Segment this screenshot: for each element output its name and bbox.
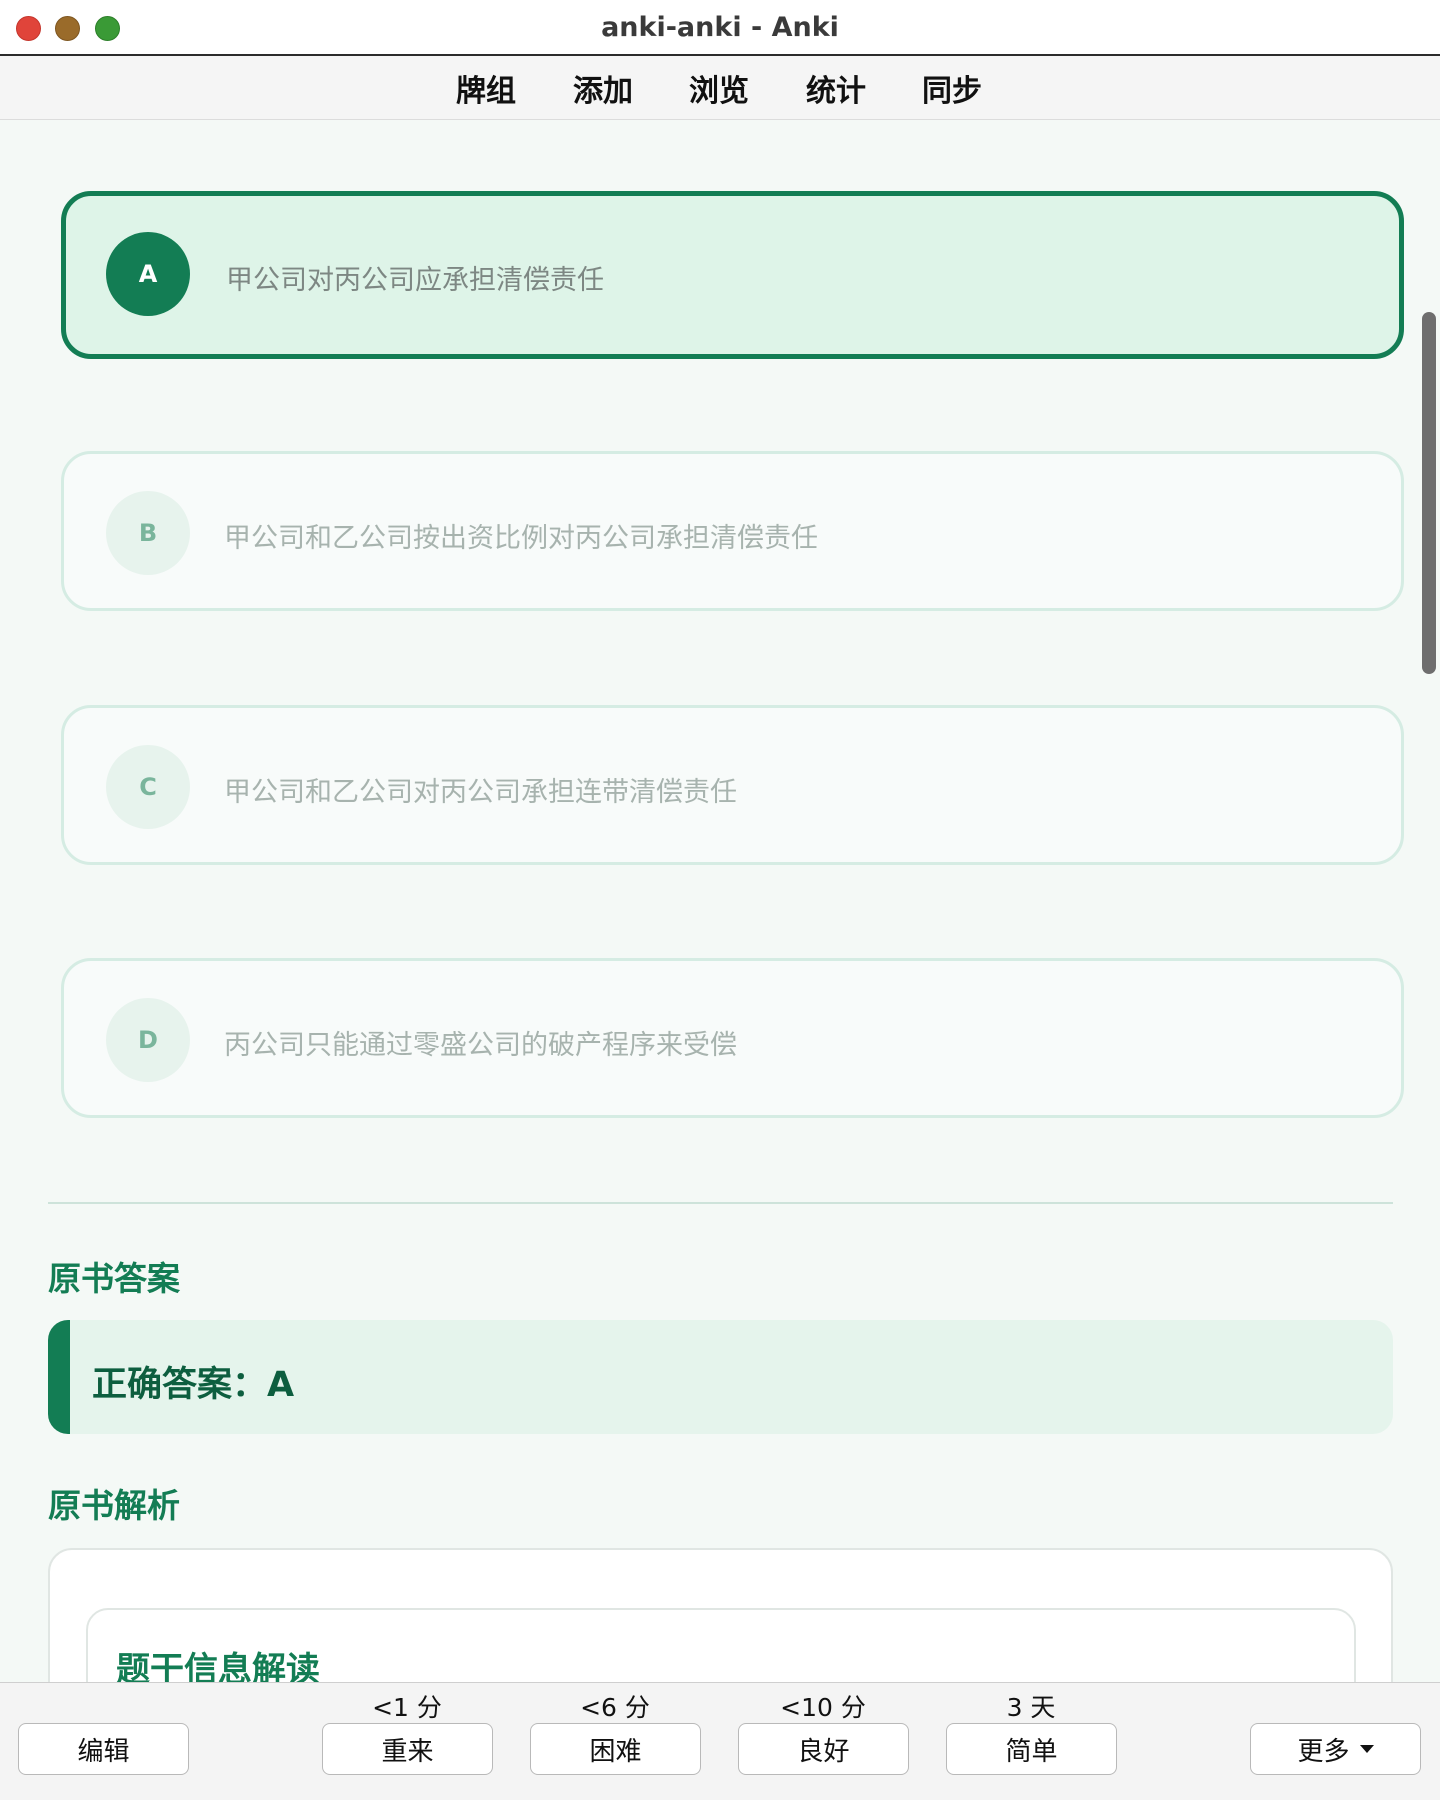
analysis-subtitle: 题干信息解读 [116, 1650, 320, 1682]
toolbar-add[interactable]: 添加 [573, 66, 633, 110]
toolbar-browse[interactable]: 浏览 [689, 66, 749, 110]
option-d[interactable]: D 丙公司只能通过零盛公司的破产程序来受偿 [61, 958, 1404, 1118]
window-title: anki-anki - Anki [601, 12, 839, 43]
section-divider [48, 1202, 1393, 1204]
option-text: 甲公司和乙公司对丙公司承担连带清偿责任 [224, 777, 737, 808]
correct-answer-text: 正确答案：A [92, 1365, 295, 1405]
analysis-subcard: 题干信息解读 [86, 1608, 1356, 1682]
toolbar-stats[interactable]: 统计 [806, 66, 866, 110]
option-letter-badge: C [106, 745, 190, 829]
window-titlebar: anki-anki - Anki [0, 0, 1440, 56]
review-bottom-bar: 编辑 <1 分 重来 <6 分 困难 <10 分 良好 3 天 简单 更多 [0, 1682, 1440, 1800]
main-toolbar: 牌组 添加 浏览 统计 同步 [0, 56, 1440, 120]
edit-button[interactable]: 编辑 [18, 1723, 189, 1775]
option-letter-badge: D [106, 998, 190, 1082]
answer-section-title: 原书答案 [48, 1259, 180, 1298]
again-interval: <1 分 [372, 1693, 442, 1722]
option-c[interactable]: C 甲公司和乙公司对丙公司承担连带清偿责任 [61, 705, 1404, 865]
good-interval: <10 分 [780, 1693, 866, 1722]
option-letter-badge: B [106, 491, 190, 575]
card-content: A 甲公司对丙公司应承担清偿责任 B 甲公司和乙公司按出资比例对丙公司承担清偿责… [0, 120, 1440, 1682]
option-text: 甲公司对丙公司应承担清偿责任 [226, 265, 604, 296]
again-button[interactable]: 重来 [322, 1723, 493, 1775]
option-text: 甲公司和乙公司按出资比例对丙公司承担清偿责任 [224, 523, 818, 554]
analysis-card: 题干信息解读 [48, 1548, 1393, 1682]
option-text: 丙公司只能通过零盛公司的破产程序来受偿 [224, 1030, 737, 1061]
analysis-section-title: 原书解析 [48, 1486, 180, 1525]
vertical-scrollbar[interactable] [1422, 312, 1436, 674]
easy-interval: 3 天 [1006, 1693, 1056, 1722]
toolbar-sync[interactable]: 同步 [922, 66, 982, 110]
hard-interval: <6 分 [580, 1693, 650, 1722]
toolbar-decks[interactable]: 牌组 [456, 66, 516, 110]
correct-answer-box: 正确答案：A [48, 1320, 1393, 1434]
easy-button[interactable]: 简单 [946, 1723, 1117, 1775]
option-a[interactable]: A 甲公司对丙公司应承担清偿责任 [61, 191, 1404, 359]
more-button-label: 更多 [1297, 1736, 1350, 1767]
good-button[interactable]: 良好 [738, 1723, 909, 1775]
caret-down-icon [1359, 1745, 1374, 1753]
hard-button[interactable]: 困难 [530, 1723, 701, 1775]
option-b[interactable]: B 甲公司和乙公司按出资比例对丙公司承担清偿责任 [61, 451, 1404, 611]
more-button[interactable]: 更多 [1250, 1723, 1421, 1775]
option-letter-badge: A [106, 232, 190, 316]
